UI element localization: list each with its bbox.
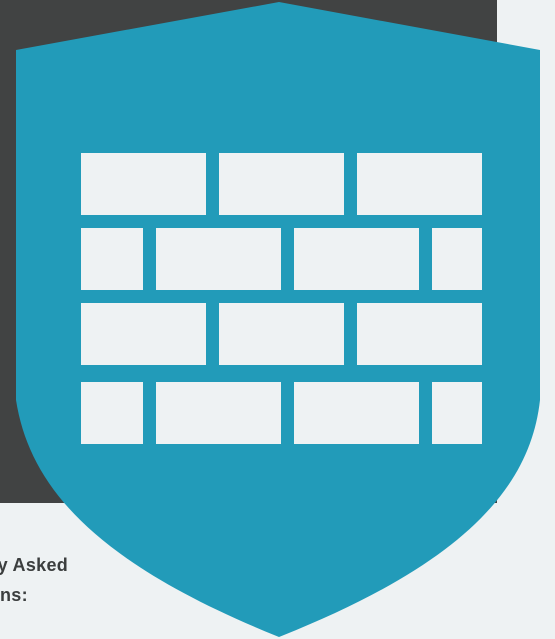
brick — [432, 382, 482, 444]
brick — [294, 382, 419, 444]
brick — [81, 228, 143, 290]
firewall-shield-icon — [16, 2, 540, 637]
brick — [81, 153, 206, 215]
brick — [219, 303, 344, 365]
brick — [219, 153, 344, 215]
brick — [357, 303, 482, 365]
brick — [357, 153, 482, 215]
brick — [294, 228, 419, 290]
brick — [432, 228, 482, 290]
brick — [156, 228, 281, 290]
brick — [156, 382, 281, 444]
brick — [81, 303, 206, 365]
brick — [81, 382, 143, 444]
